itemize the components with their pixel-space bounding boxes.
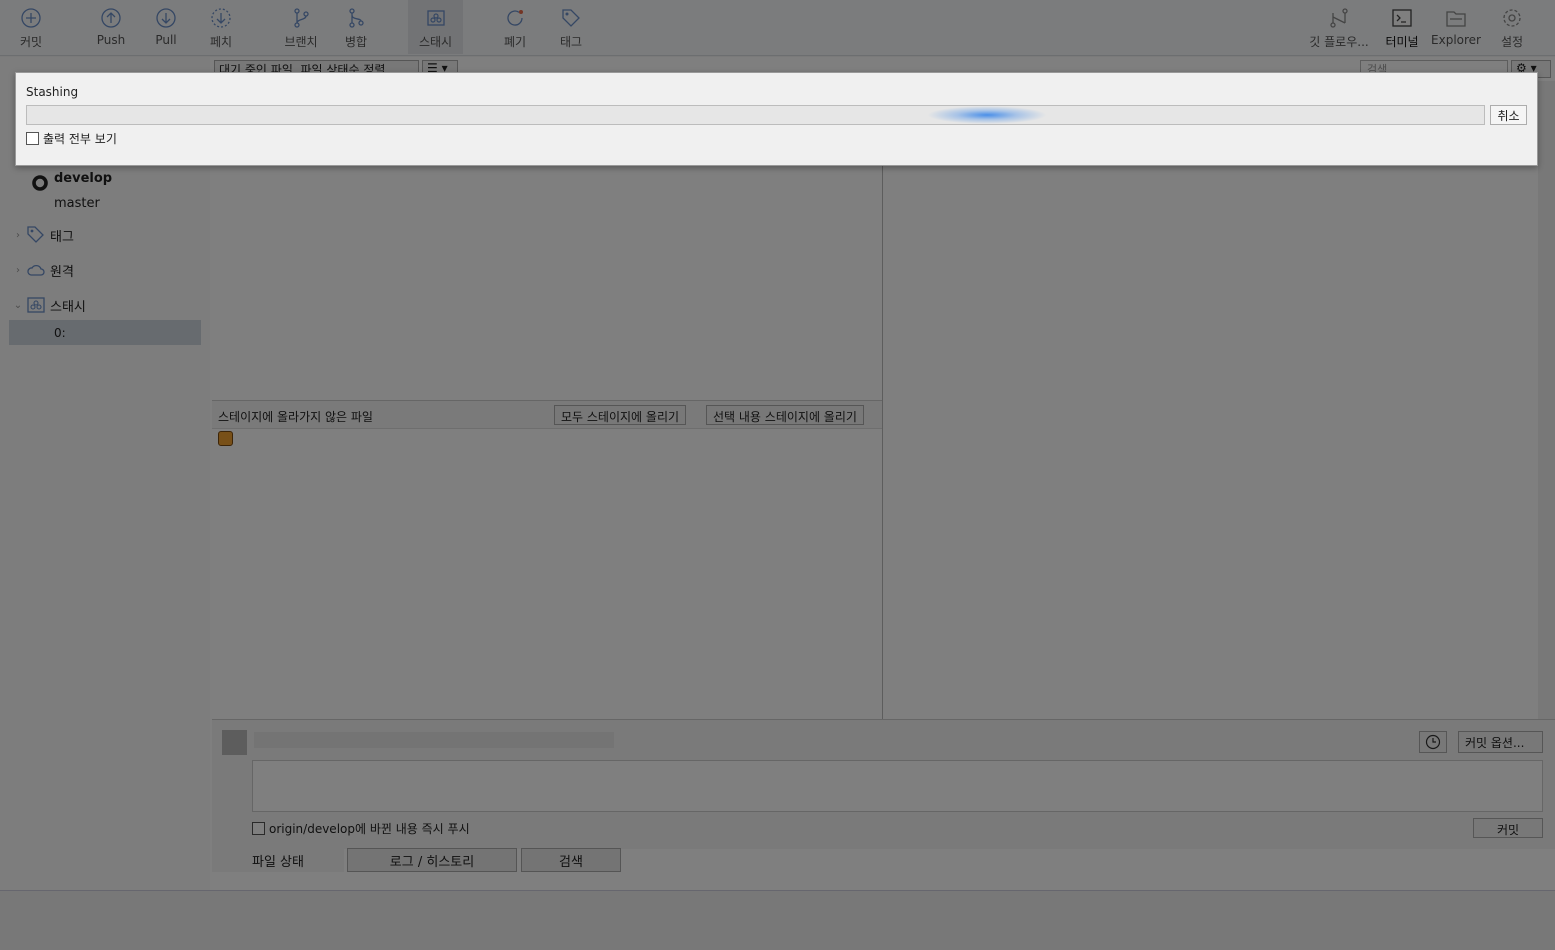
cancel-button[interactable]: 취소: [1490, 105, 1527, 125]
show-full-output-label: 출력 전부 보기: [43, 132, 117, 146]
progress-bar: [26, 105, 1485, 125]
dialog-title: Stashing: [26, 85, 79, 99]
show-full-output-option[interactable]: 출력 전부 보기: [26, 130, 117, 147]
progress-indicator: [927, 106, 1047, 124]
cancel-label: 취소: [1497, 108, 1520, 123]
stashing-dialog: Stashing 취소 출력 전부 보기: [15, 72, 1538, 166]
show-full-output-checkbox[interactable]: [26, 132, 39, 145]
